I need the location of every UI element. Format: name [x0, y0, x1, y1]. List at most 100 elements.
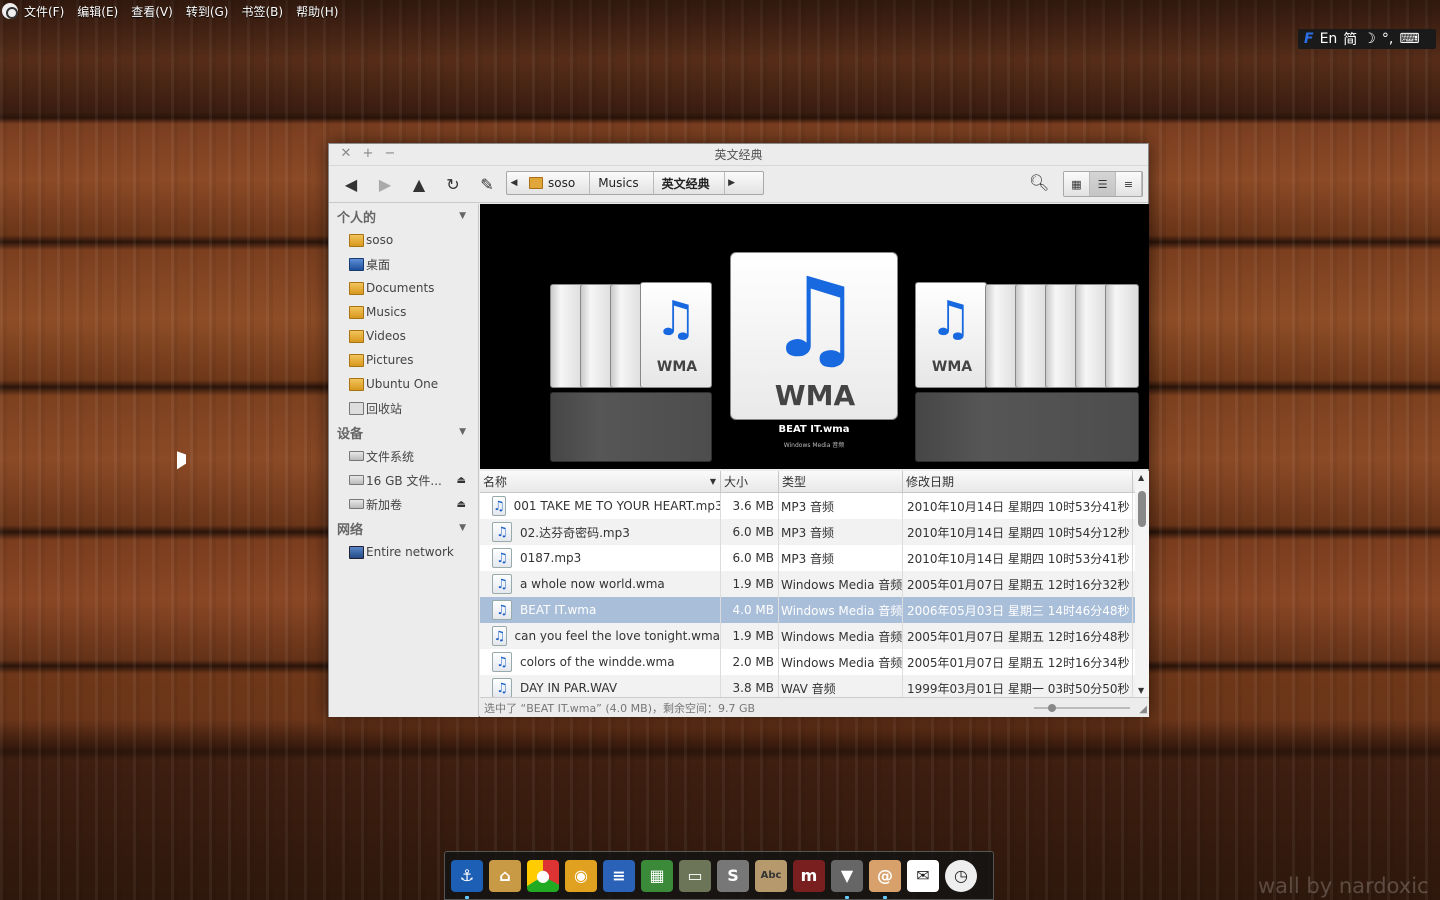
- cover-flow[interactable]: ♫ WMA ♫ WMA ♫ WMA BEAT IT.wma Windows Me…: [480, 204, 1149, 469]
- cover-card[interactable]: [550, 284, 584, 388]
- dictionary-icon[interactable]: Abc: [755, 859, 787, 892]
- close-icon[interactable]: ✕: [339, 146, 353, 161]
- table-row[interactable]: ♫ a whole now world.wma 1.9 MB Windows Medi…: [480, 571, 1149, 597]
- table-row[interactable]: ♫ 001 TAKE ME TO YOUR HEART.mp3 3.6 MB MP3 …: [480, 493, 1149, 519]
- sidebar-item-musics[interactable]: Musics: [329, 300, 478, 324]
- breadcrumb-item-musics[interactable]: Musics: [590, 172, 654, 194]
- sidebar-item-pictures[interactable]: Pictures: [329, 348, 478, 372]
- breadcrumb-item-current[interactable]: 英文经典: [654, 172, 725, 194]
- search-icon[interactable]: 🔍︎: [1029, 173, 1049, 192]
- menu-bookmarks[interactable]: 书签(B): [241, 3, 283, 20]
- menu-help[interactable]: 帮助(H): [296, 3, 338, 20]
- edit-location-icon[interactable]: ✎: [473, 171, 501, 197]
- column-header-date[interactable]: 修改日期: [903, 471, 1133, 492]
- column-header-type[interactable]: 类型: [779, 471, 903, 492]
- cover-card[interactable]: [580, 284, 614, 388]
- title-bar[interactable]: ✕ + − 英文经典: [329, 144, 1148, 166]
- calc-icon[interactable]: ▦: [641, 859, 673, 892]
- column-header-name[interactable]: 名称 ▼: [480, 471, 721, 492]
- breadcrumb-right-icon[interactable]: ▶: [725, 178, 739, 188]
- moon-icon[interactable]: ☽: [1363, 31, 1376, 47]
- ubuntu-logo-icon[interactable]: [2, 3, 18, 19]
- keyboard-icon[interactable]: ⌨: [1399, 31, 1419, 47]
- collapse-icon[interactable]: ▼: [459, 523, 466, 533]
- fcitx-icon[interactable]: F: [1304, 31, 1314, 47]
- sidebar-item-filesystem[interactable]: 文件系统: [329, 444, 478, 468]
- scroll-thumb[interactable]: [1138, 491, 1146, 527]
- forward-arrow-icon[interactable]: ▶: [371, 171, 399, 197]
- cover-card[interactable]: [610, 284, 644, 388]
- table-row[interactable]: ♫ 0187.mp3 6.0 MB MP3 音频 2010年10月14日 星期四 10时…: [480, 545, 1149, 571]
- cover-card[interactable]: ♫ WMA: [915, 282, 987, 388]
- sidebar-section-devices[interactable]: 设备 ▼: [329, 420, 478, 444]
- s-app-icon[interactable]: S: [717, 859, 749, 892]
- sidebar-item-new-volume[interactable]: 新加卷 ⏏: [329, 492, 478, 516]
- ime-tray[interactable]: F En 简 ☽ °, ⌨: [1298, 29, 1436, 49]
- cover-card-selected[interactable]: ♫ WMA: [730, 252, 898, 420]
- menu-view[interactable]: 查看(V): [131, 3, 173, 20]
- breadcrumb-left-icon[interactable]: ◀: [507, 178, 521, 188]
- compact-view-icon[interactable]: ≡: [1116, 172, 1142, 196]
- scroll-down-icon[interactable]: ▼: [1138, 686, 1144, 695]
- sidebar-item-documents[interactable]: Documents: [329, 276, 478, 300]
- menu-file[interactable]: 文件(F): [24, 3, 64, 20]
- cover-card[interactable]: [1075, 284, 1109, 388]
- menu-go[interactable]: 转到(G): [186, 3, 229, 20]
- ime-mode[interactable]: 简: [1343, 29, 1357, 49]
- top-menubar: 文件(F) 编辑(E) 查看(V) 转到(G) 书签(B) 帮助(H): [0, 0, 1440, 22]
- anchor-icon[interactable]: ⚓: [451, 859, 483, 899]
- sidebar-item-trash[interactable]: 回收站: [329, 396, 478, 420]
- zoom-slider[interactable]: [1034, 704, 1130, 712]
- sort-down-icon: ▼: [709, 477, 716, 486]
- zoom-slider-knob[interactable]: [1048, 704, 1056, 712]
- eject-icon[interactable]: ⏏: [457, 499, 466, 510]
- maximize-icon[interactable]: +: [361, 146, 375, 161]
- m-app-icon[interactable]: m: [793, 859, 825, 892]
- eject-icon[interactable]: ⏏: [457, 475, 466, 486]
- table-row[interactable]: ♫ can you feel the love tonight.wma 1.9 MB…: [480, 623, 1149, 649]
- sidebar-item-videos[interactable]: Videos: [329, 324, 478, 348]
- sidebar-item-entire-network[interactable]: Entire network: [329, 540, 478, 564]
- collapse-icon[interactable]: ▼: [459, 427, 466, 437]
- cover-card[interactable]: [1015, 284, 1049, 388]
- list-view-icon[interactable]: ☰: [1090, 172, 1116, 196]
- cover-card[interactable]: [1045, 284, 1079, 388]
- sidebar-item-16gb-volume[interactable]: 16 GB 文件... ⏏: [329, 468, 478, 492]
- sidebar-item-desktop[interactable]: 桌面: [329, 252, 478, 276]
- resize-grip-icon[interactable]: ◢: [1139, 704, 1147, 715]
- cover-subcaption: Windows Media 音频: [783, 442, 845, 449]
- sidebar-section-network[interactable]: 网络 ▼: [329, 516, 478, 540]
- audio-file-icon: ♫: [492, 548, 512, 568]
- table-row-selected[interactable]: ♫ BEAT IT.wma 4.0 MB Windows Media 音频 2006年0…: [480, 597, 1149, 623]
- sidebar-section-personal[interactable]: 个人的 ▼: [329, 204, 478, 228]
- writer-icon[interactable]: ≡: [603, 859, 635, 892]
- menu-edit[interactable]: 编辑(E): [77, 3, 118, 20]
- icon-view-icon[interactable]: ▦: [1064, 172, 1090, 196]
- scroll-up-icon[interactable]: ▲: [1138, 473, 1144, 482]
- sidebar-item-ubuntu-one[interactable]: Ubuntu One: [329, 372, 478, 396]
- eye-icon[interactable]: ◉: [565, 859, 597, 892]
- clock-icon[interactable]: ◷: [945, 859, 977, 892]
- chrome-icon[interactable]: ●: [527, 859, 559, 892]
- cover-card[interactable]: ♫ WMA: [640, 282, 712, 388]
- back-arrow-icon[interactable]: ◀: [337, 171, 365, 197]
- home-folder-icon[interactable]: ⌂: [489, 859, 521, 892]
- table-row[interactable]: ♫ 02.达芬奇密码.mp3 6.0 MB MP3 音频 2010年10月14日 星期四…: [480, 519, 1149, 545]
- breadcrumb-item-soso[interactable]: soso: [521, 172, 591, 194]
- terminal-icon[interactable]: ▭: [679, 859, 711, 892]
- table-row[interactable]: ♫ colors of the windde.wma 2.0 MB Windows M…: [480, 649, 1149, 675]
- minimize-icon[interactable]: −: [383, 146, 397, 161]
- column-header-size[interactable]: 大小: [721, 471, 779, 492]
- sidebar-item-soso[interactable]: soso: [329, 228, 478, 252]
- up-arrow-icon[interactable]: ▲: [405, 171, 433, 197]
- punct-icon[interactable]: °,: [1382, 31, 1393, 47]
- cover-card[interactable]: [985, 284, 1019, 388]
- shell-icon[interactable]: @: [869, 859, 901, 899]
- tie-icon[interactable]: ▼: [831, 859, 863, 899]
- mail-icon[interactable]: ✉: [907, 859, 939, 892]
- reload-icon[interactable]: ↻: [439, 171, 467, 197]
- cover-card[interactable]: [1105, 284, 1139, 388]
- collapse-icon[interactable]: ▼: [459, 211, 466, 221]
- vertical-scrollbar[interactable]: ▲ ▼: [1135, 471, 1149, 697]
- ime-language[interactable]: En: [1320, 31, 1338, 47]
